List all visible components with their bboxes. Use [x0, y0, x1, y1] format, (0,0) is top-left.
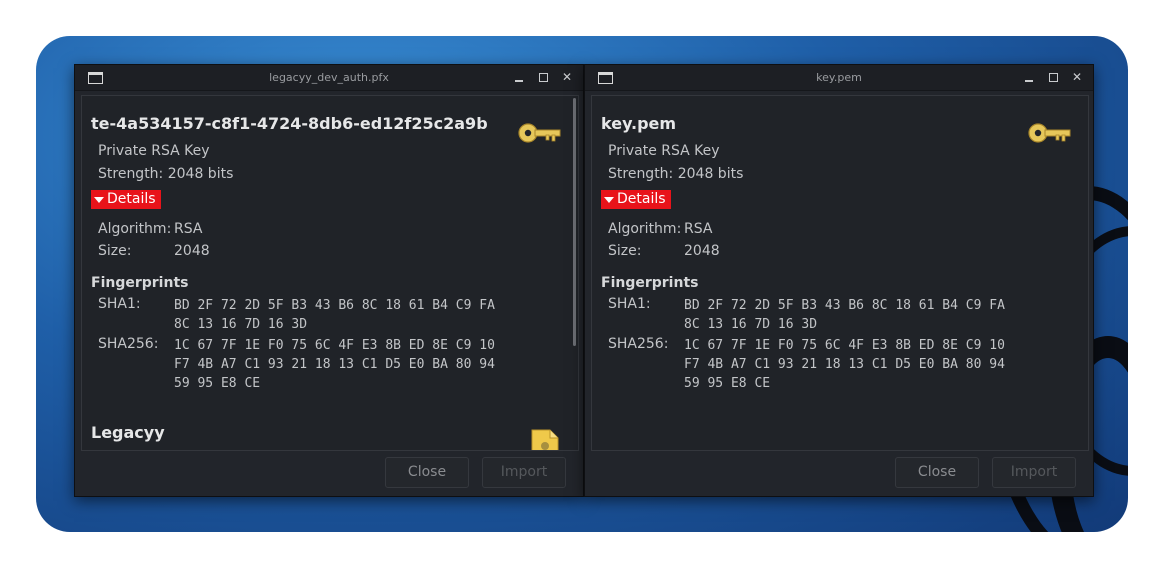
close-icon[interactable]: ✕ — [561, 70, 573, 84]
algorithm-value: RSA — [174, 221, 203, 237]
window-title: key.pem — [816, 71, 862, 84]
window-icon — [88, 72, 103, 84]
sha1-value: BD 2F 72 2D 5F B3 43 B6 8C 18 61 B4 C9 F… — [174, 298, 495, 332]
sha256-label: SHA256: — [98, 336, 159, 352]
key-icon — [518, 123, 561, 143]
key-strength-label: Strength: 2048 bits — [98, 166, 234, 182]
key-details-panel[interactable]: key.pem Private RSA Key Strength: 2048 b… — [591, 95, 1089, 451]
size-label: Size: — [608, 243, 642, 259]
key-icon — [1028, 123, 1071, 143]
sha256-value: 1C 67 7F 1E F0 75 6C 4F E3 8B ED 8E C9 1… — [174, 338, 495, 391]
certificate-icon — [531, 429, 559, 450]
sha1-value: BD 2F 72 2D 5F B3 43 B6 8C 18 61 B4 C9 F… — [684, 298, 1005, 332]
titlebar[interactable]: legacyy_dev_auth.pfx ✕ — [75, 65, 583, 91]
details-label: Details — [617, 191, 666, 207]
sha1-label: SHA1: — [98, 296, 141, 312]
minimize-icon[interactable] — [1023, 70, 1035, 84]
sha256-value: 1C 67 7F 1E F0 75 6C 4F E3 8B ED 8E C9 1… — [684, 338, 1005, 391]
triangle-down-icon — [94, 196, 104, 203]
certificate-viewer-window: legacyy_dev_auth.pfx ✕ te-4a534157-c8f1-… — [74, 64, 584, 497]
close-button[interactable]: Close — [895, 457, 979, 488]
maximize-icon[interactable] — [1047, 70, 1059, 84]
window-icon — [598, 72, 613, 84]
import-button[interactable]: Import — [992, 457, 1076, 488]
triangle-down-icon — [604, 196, 614, 203]
size-value: 2048 — [684, 243, 720, 259]
fingerprints-heading: Fingerprints — [601, 275, 699, 291]
close-button[interactable]: Close — [385, 457, 469, 488]
scrollbar[interactable] — [573, 98, 576, 346]
size-label: Size: — [98, 243, 132, 259]
certificate-name-heading: Legacyy — [91, 423, 165, 442]
key-details-panel[interactable]: te-4a534157-c8f1-4724-8db6-ed12f25c2a9b … — [81, 95, 579, 451]
window-title: legacyy_dev_auth.pfx — [269, 71, 389, 84]
details-label: Details — [107, 191, 156, 207]
key-name-heading: key.pem — [601, 114, 677, 133]
key-type-label: Private RSA Key — [98, 143, 210, 159]
maximize-icon[interactable] — [537, 70, 549, 84]
minimize-icon[interactable] — [513, 70, 525, 84]
sha1-label: SHA1: — [608, 296, 651, 312]
algorithm-label: Algorithm: — [98, 221, 172, 237]
size-value: 2048 — [174, 243, 210, 259]
algorithm-label: Algorithm: — [608, 221, 682, 237]
titlebar[interactable]: key.pem ✕ — [585, 65, 1093, 91]
sha256-label: SHA256: — [608, 336, 669, 352]
close-icon[interactable]: ✕ — [1071, 70, 1083, 84]
fingerprints-heading: Fingerprints — [91, 275, 189, 291]
key-viewer-window: key.pem ✕ key.pem Private RSA Key Streng… — [584, 64, 1094, 497]
details-expander[interactable]: Details — [601, 190, 671, 209]
key-type-label: Private RSA Key — [608, 143, 720, 159]
key-name-heading: te-4a534157-c8f1-4724-8db6-ed12f25c2a9b — [91, 114, 488, 133]
algorithm-value: RSA — [684, 221, 713, 237]
import-button[interactable]: Import — [482, 457, 566, 488]
key-strength-label: Strength: 2048 bits — [608, 166, 744, 182]
details-expander[interactable]: Details — [91, 190, 161, 209]
